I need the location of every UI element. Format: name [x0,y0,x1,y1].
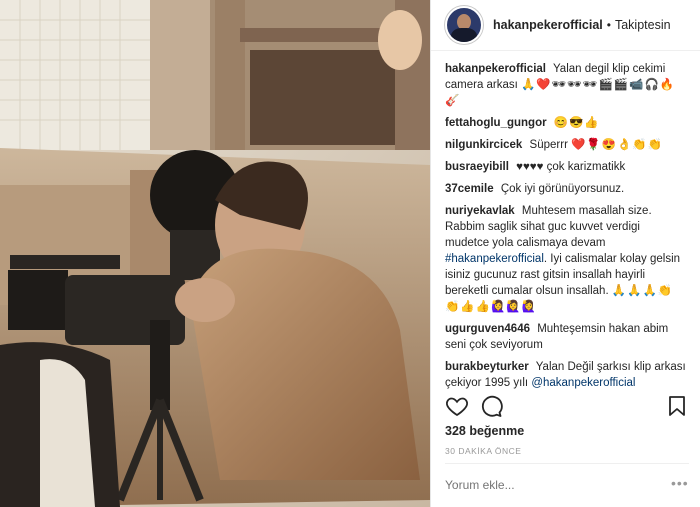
comment-text: Süperrr [529,139,568,151]
post-header: hakanpekerofficial • Takiptesin [431,0,700,51]
action-bar [445,394,689,420]
avatar[interactable] [445,6,483,44]
comment-username[interactable]: fettahoglu_gungor [445,117,547,129]
comment-emoji: ❤️🌹😍👌👏👏 [571,139,664,151]
heart-icon[interactable] [445,394,469,418]
mention-link[interactable]: @hakanpekerofficial [531,377,635,389]
comment-item: fettahoglu_gungor 😊😎👍 [445,115,686,131]
like-count[interactable]: 328 beğenme [445,424,524,438]
comment-icon[interactable] [479,394,503,418]
hashtag-link[interactable]: #hakanpekerofficial [445,253,544,265]
comment-item: nuriyekavlak Muhtesem masallah size. Rab… [445,203,686,315]
bookmark-icon[interactable] [665,394,689,418]
comment-username[interactable]: nuriyekavlak [445,205,515,217]
post-side-panel: hakanpekerofficial • Takiptesin hakanpek… [430,0,700,507]
comment-username[interactable]: 37cemile [445,183,494,195]
divider [445,463,689,464]
add-comment-input[interactable] [445,474,655,496]
comment-username[interactable]: busraeyibill [445,161,509,173]
more-options-icon[interactable]: ••• [671,475,689,491]
comment-item: nilgunkircicek Süperrr ❤️🌹😍👌👏👏 [445,137,686,153]
comment-item: ugurguven4646 Muhteşemsin hakan abim sen… [445,321,686,353]
comment-username[interactable]: hakanpekerofficial [445,63,546,75]
header-username[interactable]: hakanpekerofficial [493,18,603,32]
comment-text: ♥♥♥♥ çok karizmatikk [516,161,626,173]
comment-username[interactable]: burakbeyturker [445,361,529,373]
comment-item: busraeyibill ♥♥♥♥ çok karizmatikk [445,159,686,175]
comment-item: hakanpekerofficial Yalan degil klip ceki… [445,61,686,109]
comment-list: hakanpekerofficial Yalan degil klip ceki… [431,51,700,389]
comment-username[interactable]: nilgunkircicek [445,139,522,151]
film-camera-photo [0,0,430,507]
header-separator: • [606,18,611,32]
follow-status[interactable]: Takiptesin [615,18,671,32]
comment-item: burakbeyturker Yalan Değil şarkısı klip … [445,359,686,389]
post-timestamp[interactable]: 30 DAKİKA ÖNCE [445,446,521,456]
comment-username[interactable]: ugurguven4646 [445,323,530,335]
comment-item: 37cemile Çok iyi görünüyorsunuz. [445,181,686,197]
comment-emoji: 😊😎👍 [553,117,600,129]
post-photo[interactable] [0,0,430,507]
comment-text: Çok iyi görünüyorsunuz. [500,183,625,195]
